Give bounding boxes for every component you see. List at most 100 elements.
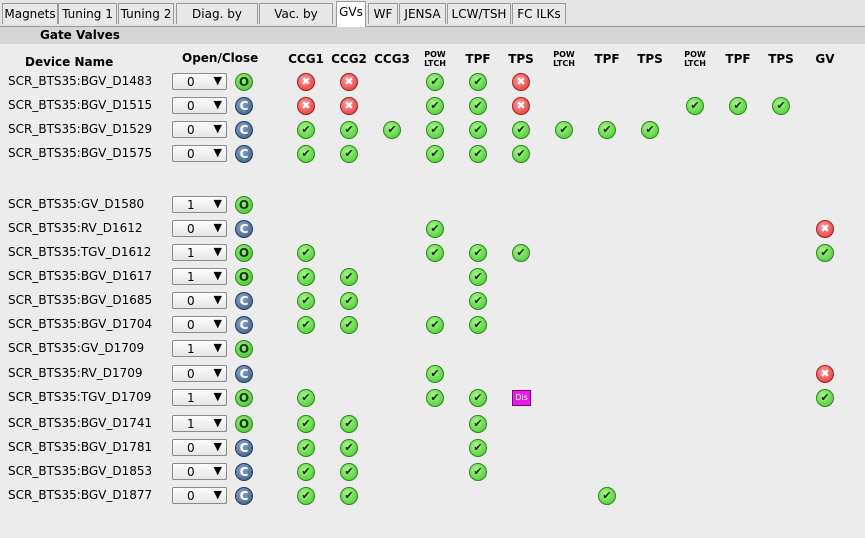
open-state-icon: O [235, 415, 253, 433]
open-close-select[interactable]: 1 ▼ [172, 244, 227, 261]
device-name: SCR_BTS35:BGV_D1685 [8, 293, 153, 307]
section-header: Gate Valves [0, 27, 865, 44]
select-value: 1 [187, 246, 195, 260]
check-icon: ✔ [340, 121, 358, 139]
open-close-select[interactable]: 1 ▼ [172, 389, 227, 406]
open-close-select[interactable]: 1 ▼ [172, 340, 227, 357]
open-close-select[interactable]: 1 ▼ [172, 268, 227, 285]
column-header-pow1: POW LTCH [424, 50, 446, 68]
closed-state-icon: C [235, 365, 253, 383]
open-close-select[interactable]: 0 ▼ [172, 316, 227, 333]
check-icon: ✔ [686, 97, 704, 115]
error-x-icon: ✖ [297, 97, 315, 115]
check-icon: ✔ [426, 73, 444, 91]
device-name: SCR_BTS35:BGV_D1529 [8, 122, 153, 136]
error-x-icon: ✖ [340, 73, 358, 91]
tab-lcw-tsh[interactable]: LCW/TSH [447, 3, 511, 24]
closed-state-icon: C [235, 220, 253, 238]
open-close-select[interactable]: 1 ▼ [172, 415, 227, 432]
open-close-select[interactable]: 0 ▼ [172, 145, 227, 162]
chevron-down-icon: ▼ [213, 245, 222, 258]
check-icon: ✔ [340, 487, 358, 505]
open-close-select[interactable]: 0 ▼ [172, 365, 227, 382]
disabled-badge: Dis [512, 390, 531, 406]
check-icon: ✔ [772, 97, 790, 115]
column-header-tps3: TPS [768, 52, 794, 66]
check-icon: ✔ [426, 244, 444, 262]
device-name: SCR_BTS35:BGV_D1853 [8, 464, 153, 478]
closed-state-icon: C [235, 121, 253, 139]
column-header-tps1: TPS [508, 52, 534, 66]
column-header-tpf2: TPF [594, 52, 620, 66]
device-name: SCR_BTS35:TGV_D1612 [8, 245, 152, 259]
closed-state-icon: C [235, 316, 253, 334]
device-name: SCR_BTS35:BGV_D1781 [8, 440, 153, 454]
tab-bar: MagnetsTuning 1Tuning 2Diag. by TypeVac.… [0, 0, 865, 42]
check-icon: ✔ [816, 244, 834, 262]
select-value: 0 [187, 147, 195, 161]
open-close-select[interactable]: 1 ▼ [172, 196, 227, 213]
tab-tuning-1[interactable]: Tuning 1 [58, 3, 117, 24]
device-name: SCR_BTS35:RV_D1612 [8, 221, 143, 235]
closed-state-icon: C [235, 439, 253, 457]
open-close-select[interactable]: 0 ▼ [172, 439, 227, 456]
check-icon: ✔ [426, 145, 444, 163]
chevron-down-icon: ▼ [213, 197, 222, 210]
select-value: 1 [187, 417, 195, 431]
check-icon: ✔ [469, 389, 487, 407]
check-icon: ✔ [297, 487, 315, 505]
check-icon: ✔ [297, 389, 315, 407]
open-close-select[interactable]: 0 ▼ [172, 97, 227, 114]
check-icon: ✔ [297, 316, 315, 334]
check-icon: ✔ [469, 292, 487, 310]
open-close-select[interactable]: 0 ▼ [172, 292, 227, 309]
chevron-down-icon: ▼ [213, 488, 222, 501]
check-icon: ✔ [426, 389, 444, 407]
select-value: 0 [187, 489, 195, 503]
check-icon: ✔ [340, 415, 358, 433]
tab-jensa[interactable]: JENSA [399, 3, 446, 24]
check-icon: ✔ [383, 121, 401, 139]
chevron-down-icon: ▼ [213, 122, 222, 135]
check-icon: ✔ [555, 121, 573, 139]
select-value: 0 [187, 465, 195, 479]
tab-gvs[interactable]: GVs [336, 1, 366, 27]
open-close-select[interactable]: 0 ▼ [172, 463, 227, 480]
chevron-down-icon: ▼ [213, 293, 222, 306]
select-value: 0 [187, 99, 195, 113]
column-header-pow2: POW LTCH [553, 50, 575, 68]
tab-diag-by-type[interactable]: Diag. by Type [176, 3, 258, 42]
select-value: 0 [187, 123, 195, 137]
check-icon: ✔ [469, 415, 487, 433]
closed-state-icon: C [235, 145, 253, 163]
device-name: SCR_BTS35:BGV_D1741 [8, 416, 153, 430]
select-value: 1 [187, 342, 195, 356]
check-icon: ✔ [426, 365, 444, 383]
tab-magnets[interactable]: Magnets [2, 3, 58, 24]
chevron-down-icon: ▼ [213, 98, 222, 111]
open-close-select[interactable]: 0 ▼ [172, 220, 227, 237]
closed-state-icon: C [235, 463, 253, 481]
chevron-down-icon: ▼ [213, 390, 222, 403]
check-icon: ✔ [426, 97, 444, 115]
tab-vac-by-type[interactable]: Vac. by Type [259, 3, 333, 42]
open-close-select[interactable]: 0 ▼ [172, 487, 227, 504]
select-value: 0 [187, 367, 195, 381]
select-value: 1 [187, 391, 195, 405]
chevron-down-icon: ▼ [213, 366, 222, 379]
select-value: 0 [187, 441, 195, 455]
check-icon: ✔ [297, 463, 315, 481]
select-value: 0 [187, 75, 195, 89]
chevron-down-icon: ▼ [213, 317, 222, 330]
chevron-down-icon: ▼ [213, 416, 222, 429]
tab-fc-ilks[interactable]: FC ILKs [512, 3, 566, 24]
check-icon: ✔ [469, 439, 487, 457]
tab-tuning-2[interactable]: Tuning 2 [118, 3, 174, 24]
check-icon: ✔ [426, 316, 444, 334]
chevron-down-icon: ▼ [213, 269, 222, 282]
tab-wf[interactable]: WF [368, 3, 398, 24]
open-close-select[interactable]: 0 ▼ [172, 73, 227, 90]
open-close-select[interactable]: 0 ▼ [172, 121, 227, 138]
open-state-icon: O [235, 389, 253, 407]
device-name: SCR_BTS35:TGV_D1709 [8, 390, 152, 404]
